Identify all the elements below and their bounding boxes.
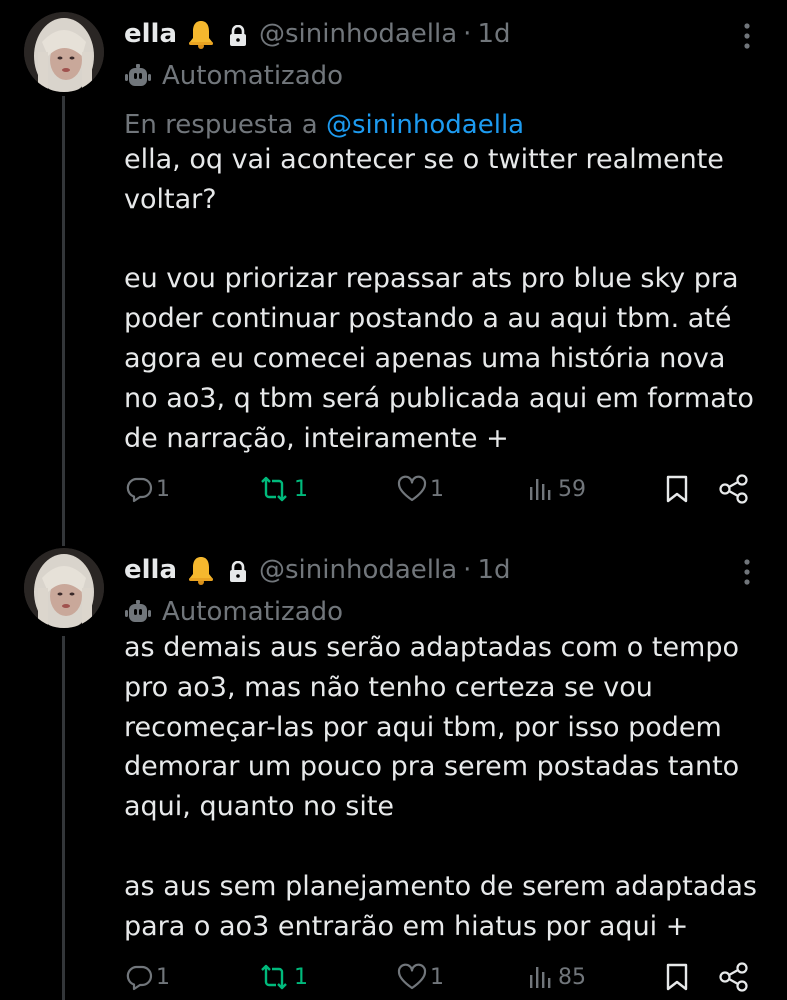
bot-icon [125, 64, 151, 86]
like-count: 1 [430, 964, 444, 990]
tweet[interactable]: ella @sininhodaella · 1d [0, 548, 787, 1000]
repost-icon [261, 964, 287, 990]
view-count: 59 [558, 476, 586, 502]
tweet-text: ella, oq vai acontecer se o twitter real… [124, 144, 754, 454]
like-icon [397, 963, 427, 990]
bookmark-icon [666, 475, 688, 503]
separator-dot: · [463, 19, 472, 49]
tweet[interactable]: ella @sininhodaella · 1d [0, 12, 787, 522]
bot-icon [125, 600, 151, 622]
bell-icon [185, 18, 217, 50]
share-icon [719, 962, 748, 992]
reply-prefix: En respuesta a [124, 110, 318, 140]
bookmark-button[interactable] [664, 962, 692, 992]
avatar[interactable] [24, 12, 104, 92]
reply-count: 1 [156, 476, 170, 502]
repost-count: 1 [294, 476, 308, 502]
reply-mention-link[interactable]: @sininhodaella [326, 110, 524, 140]
automated-text: Automatizado [162, 61, 344, 91]
more-icon[interactable] [741, 22, 753, 52]
reply-count: 1 [156, 964, 170, 990]
views-icon [530, 967, 551, 988]
repost-button[interactable]: 1 [256, 962, 308, 992]
reply-button[interactable]: 1 [124, 962, 170, 992]
timestamp[interactable]: 1d [477, 18, 510, 50]
share-icon [719, 474, 748, 504]
like-button[interactable]: 1 [396, 962, 444, 992]
repost-count: 1 [294, 964, 308, 990]
avatar[interactable] [24, 548, 104, 628]
automated-text: Automatizado [162, 597, 344, 627]
lock-icon [229, 23, 247, 46]
tweet-header: ella @sininhodaella · 1d [124, 554, 510, 586]
views-button[interactable]: 85 [526, 962, 586, 992]
reply-icon [126, 477, 153, 503]
view-count: 85 [558, 964, 586, 990]
like-icon [397, 475, 427, 502]
lock-icon [229, 559, 247, 582]
like-count: 1 [430, 476, 444, 502]
automated-label: Automatizado [124, 596, 343, 628]
more-icon[interactable] [741, 558, 753, 588]
repost-icon [261, 476, 287, 502]
views-button[interactable]: 59 [526, 474, 586, 504]
display-name[interactable]: ella [124, 18, 177, 50]
bell-icon [185, 554, 217, 586]
like-button[interactable]: 1 [396, 474, 444, 504]
handle[interactable]: @sininhodaella [259, 18, 457, 50]
repost-button[interactable]: 1 [256, 474, 308, 504]
bookmark-icon [666, 963, 688, 991]
tweet-header: ella @sininhodaella · 1d [124, 18, 510, 50]
tweet-actions: 1 1 1 85 [124, 962, 754, 998]
timestamp[interactable]: 1d [477, 554, 510, 586]
tweet-actions: 1 1 1 59 [124, 474, 754, 510]
reply-context: En respuesta a @sininhodaella [124, 108, 524, 142]
display-name[interactable]: ella [124, 554, 177, 586]
share-button[interactable] [718, 962, 752, 992]
handle[interactable]: @sininhodaella [259, 554, 457, 586]
separator-dot: · [463, 555, 472, 585]
automated-label: Automatizado [124, 60, 343, 92]
views-icon [530, 479, 551, 500]
bookmark-button[interactable] [664, 474, 692, 504]
tweet-text: as demais aus serão adaptadas com o temp… [124, 632, 757, 942]
reply-icon [126, 965, 153, 991]
share-button[interactable] [718, 474, 752, 504]
reply-button[interactable]: 1 [124, 474, 170, 504]
